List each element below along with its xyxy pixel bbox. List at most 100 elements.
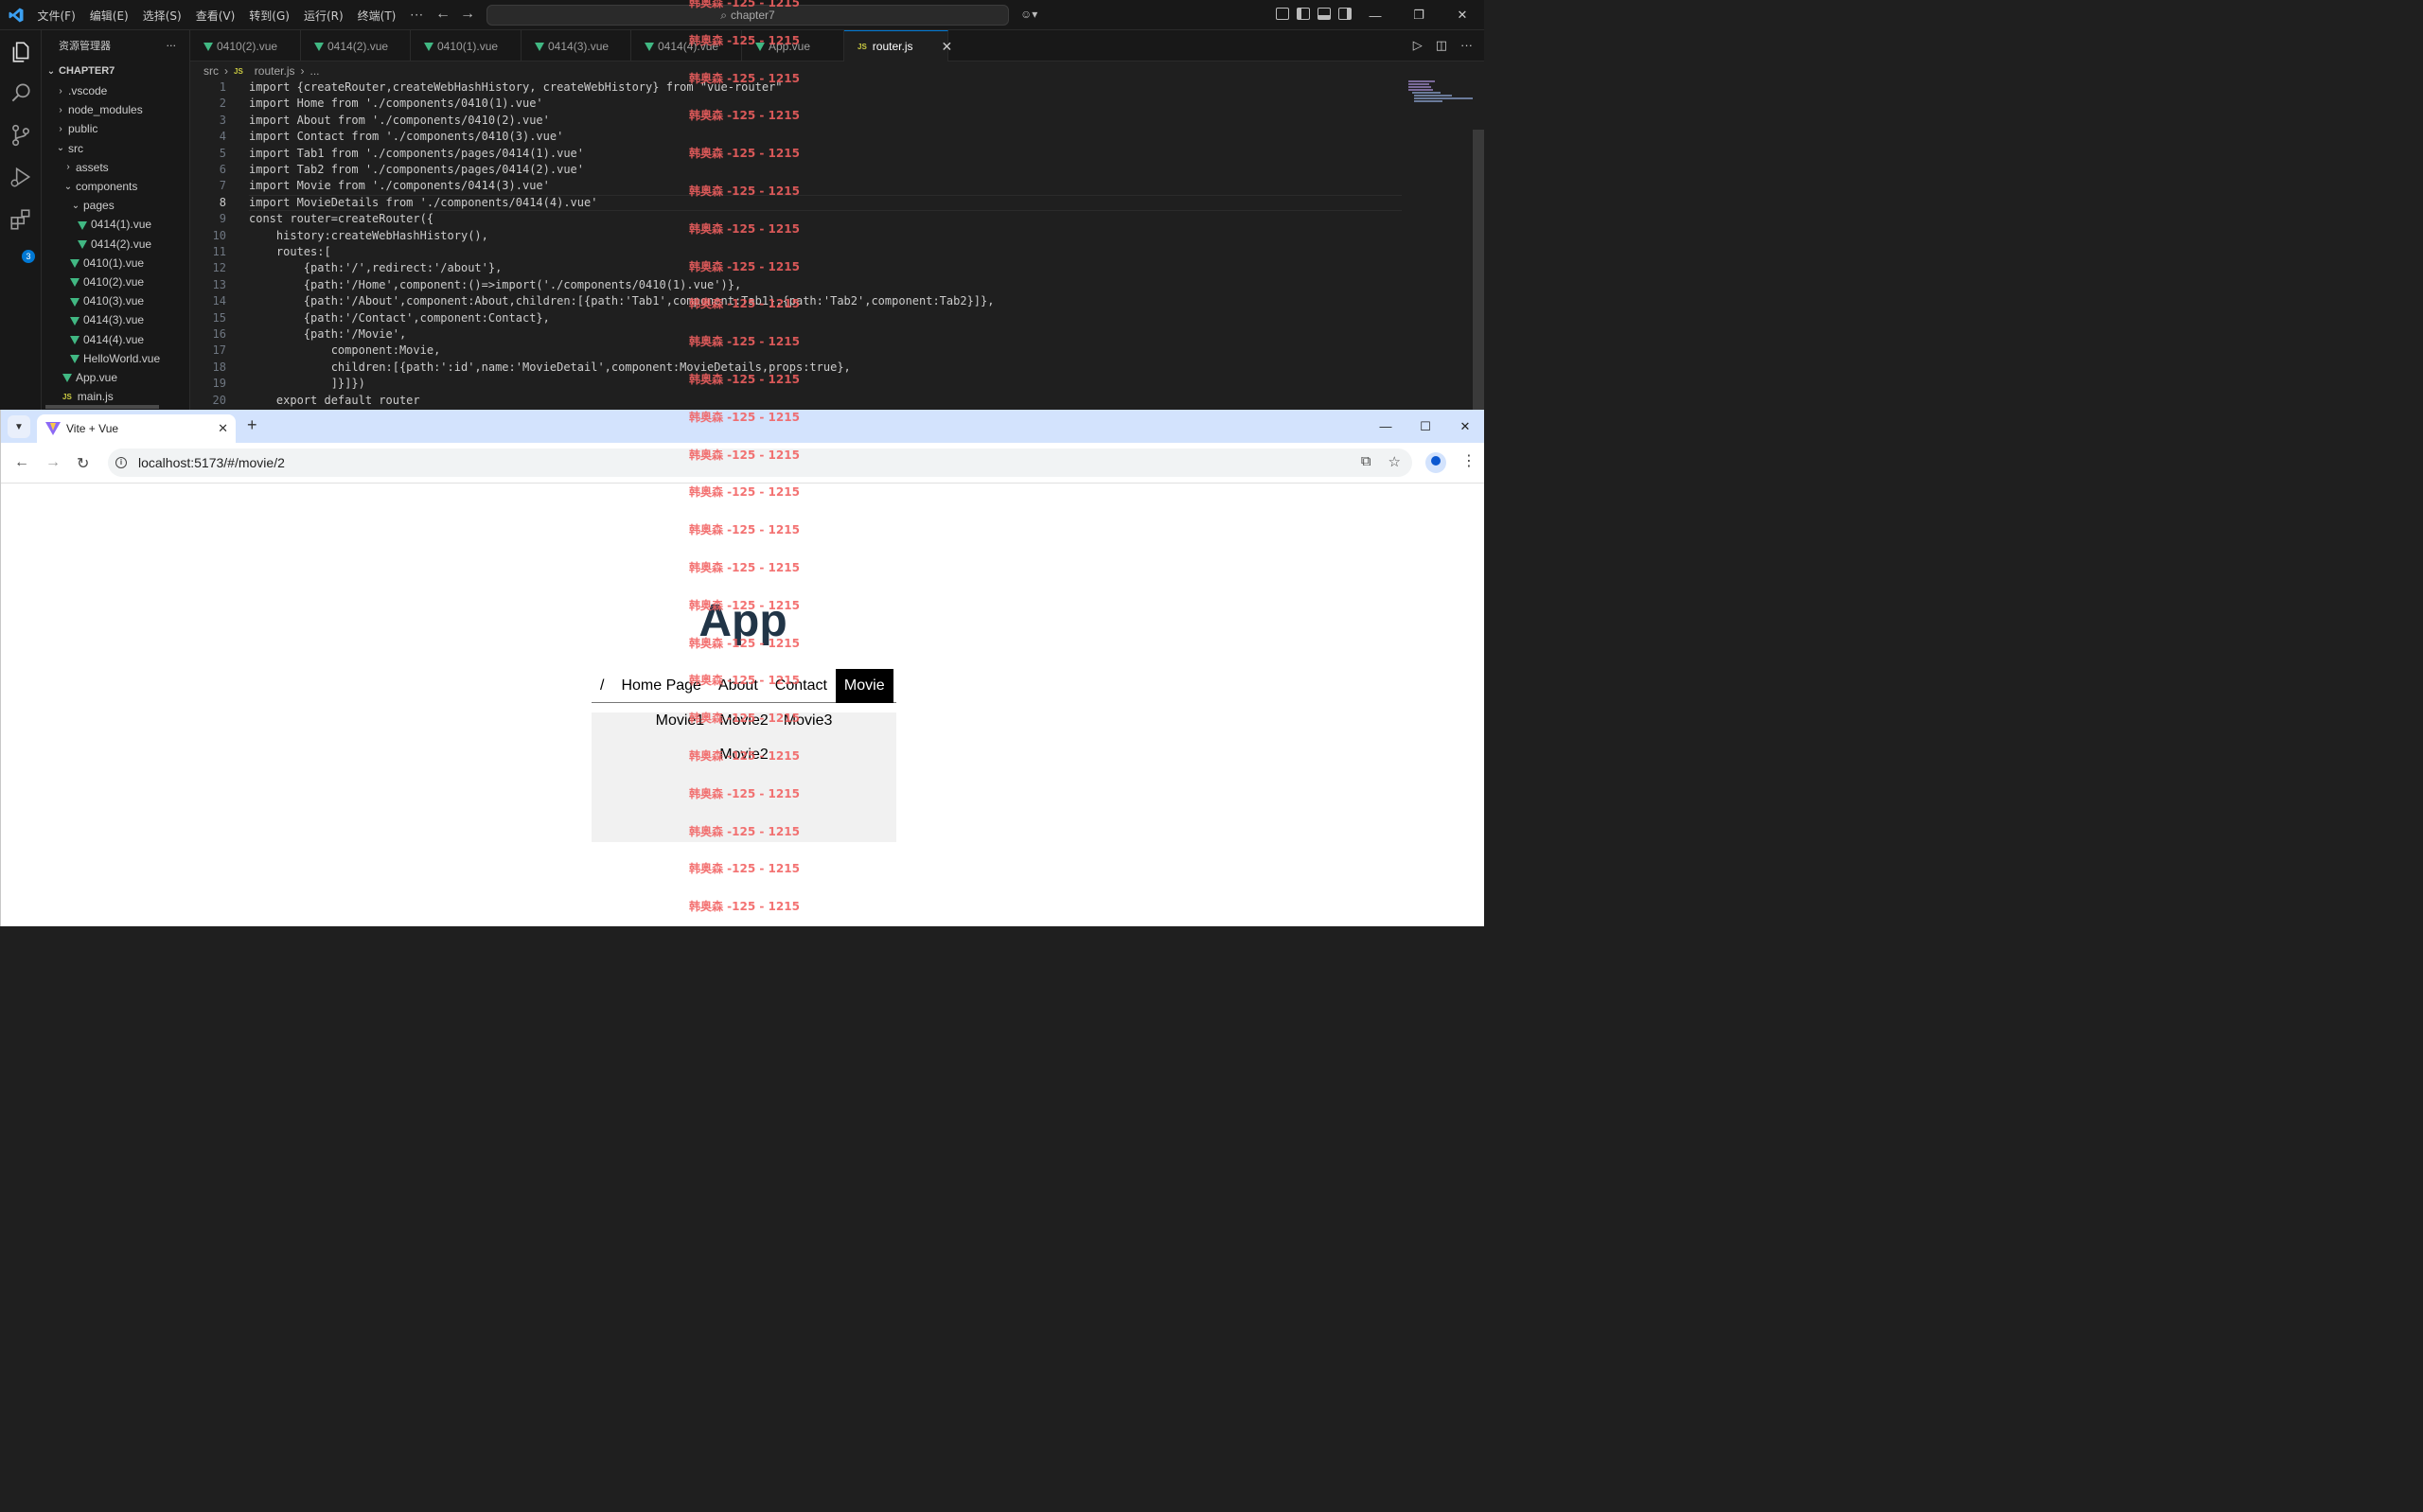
editor-tab[interactable]: App.vue — [742, 30, 844, 62]
tree-item-vue[interactable]: 0410(1).vue — [42, 254, 189, 273]
more-actions-icon[interactable]: ··· — [1460, 38, 1473, 53]
explorer-more-icon[interactable]: ··· — [167, 40, 177, 52]
new-tab-icon[interactable]: + — [247, 415, 257, 435]
editor-tab[interactable]: 0414(4).vue — [631, 30, 742, 62]
back-icon[interactable]: ← — [14, 454, 29, 471]
nav-link[interactable]: Home Page — [612, 669, 710, 703]
code-editor[interactable]: 1 import {createRouter,createWebHashHisto… — [190, 79, 1402, 410]
minimize-icon[interactable]: — — [1366, 410, 1406, 443]
tree-item-folder[interactable]: ⌄ pages — [42, 196, 189, 215]
code-line: 20 export default router — [190, 393, 1402, 409]
search-icon[interactable] — [9, 80, 33, 105]
chrome-menu-icon[interactable]: ⋮ — [1461, 451, 1477, 470]
command-center-search[interactable]: ⌕ chapter7 — [486, 5, 1009, 26]
menu-item[interactable]: 选择(S) — [135, 8, 188, 24]
browser-tab[interactable]: Vite + Vue ✕ — [37, 414, 236, 443]
tree-item-label: 0414(4).vue — [83, 332, 145, 346]
address-bar[interactable]: i localhost:5173/#/movie/2 ⧉ ☆ — [108, 448, 1412, 477]
editor-tab[interactable]: 0410(2).vue — [190, 30, 301, 62]
code-line: 11 routes:[ — [190, 244, 1402, 260]
menu-item[interactable]: 查看(V) — [188, 8, 242, 24]
extensions-icon[interactable] — [9, 207, 33, 232]
toggle-secondary-sidebar-icon[interactable] — [1338, 8, 1352, 20]
vscode-logo-icon — [9, 8, 24, 23]
translate-icon[interactable]: ⧉ — [1361, 453, 1371, 470]
tree-item-label: .vscode — [68, 84, 108, 98]
chevron-right-icon: › — [59, 85, 62, 97]
workspace-root-folder[interactable]: ⌄ CHAPTER7 — [42, 61, 189, 81]
movie-link[interactable]: Movie1 — [656, 712, 705, 735]
maximize-icon[interactable]: ☐ — [1406, 410, 1445, 443]
menu-item[interactable]: ··· — [403, 9, 431, 22]
profile-avatar-icon[interactable] — [1425, 452, 1446, 473]
run-icon[interactable]: ▷ — [1413, 38, 1423, 53]
toggle-sidebar-icon[interactable] — [1297, 8, 1310, 20]
close-icon[interactable]: ✕ — [1445, 410, 1484, 443]
close-icon[interactable]: ✕ — [1441, 0, 1484, 30]
tree-item-vue[interactable]: 0414(1).vue — [42, 215, 189, 234]
editor-tab[interactable]: 0414(3).vue — [522, 30, 631, 62]
nav-link[interactable]: / — [592, 669, 612, 703]
menu-item[interactable]: 运行(R) — [296, 8, 350, 24]
close-tab-icon[interactable]: ✕ — [218, 421, 228, 436]
tree-item-vue[interactable]: 0410(3).vue — [42, 291, 189, 310]
minimize-icon[interactable]: — — [1353, 0, 1397, 30]
line-number: 20 — [212, 393, 226, 407]
copilot-icon[interactable]: ☺▾ — [1020, 8, 1037, 21]
chevron-right-icon: › — [300, 64, 305, 78]
source-control-icon[interactable] — [9, 123, 33, 148]
tree-item-folder[interactable]: ⌄ src — [42, 139, 189, 158]
editor-tab[interactable]: 0414(2).vue — [301, 30, 411, 62]
editor-tab[interactable]: 0410(1).vue — [411, 30, 522, 62]
back-arrow-icon[interactable]: ← — [435, 6, 451, 23]
movie-link[interactable]: Movie2 — [719, 712, 769, 735]
breadcrumb-item[interactable]: src — [203, 64, 219, 78]
run-debug-icon[interactable] — [9, 165, 33, 189]
nav-link[interactable]: Contact — [767, 669, 836, 703]
tree-item-folder[interactable]: › assets — [42, 158, 189, 177]
split-editor-icon[interactable]: ◫ — [1436, 38, 1447, 53]
forward-icon[interactable]: → — [45, 454, 61, 471]
toggle-panel-icon[interactable] — [1318, 8, 1331, 20]
editor-tab[interactable]: JS router.js ✕ — [844, 30, 952, 62]
menu-item[interactable]: 终端(T) — [350, 8, 403, 24]
chevron-right-icon: › — [59, 123, 62, 134]
tree-item-js[interactable]: JS main.js — [42, 387, 189, 406]
close-icon[interactable]: ✕ — [941, 39, 952, 55]
restore-icon[interactable]: ❐ — [1397, 0, 1441, 30]
explorer-icon[interactable] — [9, 40, 33, 64]
tab-search-chevron-icon[interactable]: ▼ — [8, 415, 30, 438]
tree-item-label: 0414(1).vue — [91, 218, 152, 232]
sidebar-scrollbar[interactable] — [45, 405, 159, 409]
minimap[interactable] — [1406, 79, 1473, 108]
customize-layout-icon[interactable] — [1276, 8, 1289, 20]
menu-item[interactable]: 编辑(E) — [82, 8, 135, 24]
code-line: 18 children:[{path:':id',name:'MovieDeta… — [190, 360, 1402, 376]
code-line: 17 component:Movie, — [190, 343, 1402, 359]
tree-item-folder[interactable]: ⌄ components — [42, 177, 189, 196]
tree-item-vue[interactable]: 0414(3).vue — [42, 310, 189, 329]
editor-scrollbar[interactable] — [1473, 130, 1484, 410]
reload-icon[interactable]: ↻ — [77, 454, 89, 473]
tree-item-label: src — [68, 141, 83, 155]
tree-item-folder[interactable]: › .vscode — [42, 81, 189, 100]
bookmark-star-icon[interactable]: ☆ — [1388, 453, 1401, 470]
tree-item-vue[interactable]: 0410(2).vue — [42, 273, 189, 291]
tree-item-vue[interactable]: HelloWorld.vue — [42, 349, 189, 368]
movie-link[interactable]: Movie3 — [784, 712, 833, 735]
breadcrumb-item[interactable]: ... — [310, 64, 319, 78]
menu-item[interactable]: 转到(G) — [242, 8, 297, 24]
code-line: 14 {path:'/About',component:About,childr… — [190, 293, 1402, 309]
forward-arrow-icon[interactable]: → — [460, 6, 475, 23]
tree-item-folder[interactable]: › node_modules — [42, 100, 189, 119]
tree-item-vue[interactable]: App.vue — [42, 368, 189, 387]
tree-item-vue[interactable]: 0414(2).vue — [42, 235, 189, 254]
breadcrumb-item[interactable]: router.js — [255, 64, 295, 78]
tree-item-label: node_modules — [68, 103, 143, 117]
nav-link[interactable]: Movie — [835, 668, 893, 703]
nav-link[interactable]: About — [710, 669, 767, 703]
site-info-icon[interactable]: i — [115, 457, 127, 468]
tree-item-vue[interactable]: 0414(4).vue — [42, 329, 189, 348]
tree-item-folder[interactable]: › public — [42, 119, 189, 138]
menu-item[interactable]: 文件(F) — [30, 8, 82, 24]
